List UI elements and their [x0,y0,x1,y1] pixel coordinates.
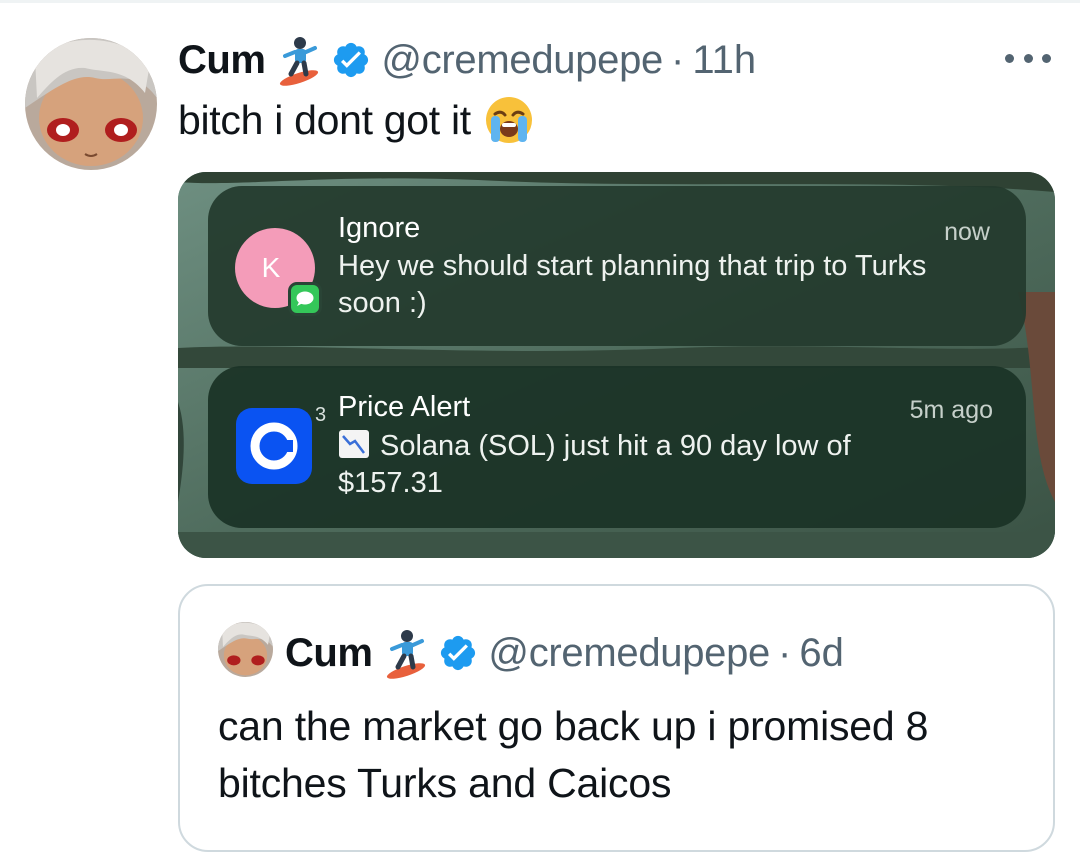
notification-body-wrap: Solana (SOL) just hit a 90 day low of $1… [338,428,938,502]
notification-body: Hey we should start planning that trip t… [338,250,927,319]
author-avatar[interactable] [25,38,157,170]
author-handle[interactable]: @cremedupepe [381,38,663,83]
coinbase-icon [236,408,312,484]
tweet-media-image[interactable]: K Ignore Hey we should start planning th… [178,172,1055,558]
quoted-author-name[interactable]: Cum [285,631,373,676]
separator-dot: · [778,630,792,675]
notification-time: 5m ago [909,396,993,424]
quoted-tweet-header: Cum @cremedupepe · 6d [285,625,844,681]
tweet-text-content: bitch i dont got it [178,96,471,143]
notification-title: Ignore [338,212,421,244]
loudly-crying-face-emoji-icon [483,94,535,146]
quoted-author-handle[interactable]: @cremedupepe [488,631,770,676]
verified-badge-icon [331,40,371,80]
notification-title: Price Alert [338,391,471,423]
chart-decreasing-icon [338,429,370,459]
notification-price-alert[interactable]: 3 Price Alert Solana (SOL) just hit a 90… [208,366,1026,528]
quoted-tweet-text: can the market go back up i promised 8 b… [218,703,929,806]
tweet-timestamp[interactable]: 11h [692,38,756,83]
notification-time: now [944,218,990,246]
messages-icon [288,282,322,316]
author-name[interactable]: Cum [178,38,266,83]
tweet-text: bitch i dont got it [178,94,535,146]
notification-messages[interactable]: K Ignore Hey we should start planning th… [208,186,1026,346]
notification-stack-count: 3 [315,404,327,426]
contact-initial: K [261,252,281,283]
tweet-header: Cum @cremedupepe · 11h [178,34,756,86]
top-divider [0,0,1080,3]
snowboarder-emoji-icon [380,627,432,679]
quoted-tweet-timestamp[interactable]: 6d [799,631,844,676]
verified-badge-icon [438,633,478,673]
snowboarder-emoji-icon [273,34,325,86]
notification-body: Solana (SOL) just hit a 90 day low of $1… [338,430,851,499]
separator-dot: · [671,37,685,82]
more-options-icon[interactable] [1005,50,1051,66]
quoted-author-avatar[interactable] [218,622,273,677]
